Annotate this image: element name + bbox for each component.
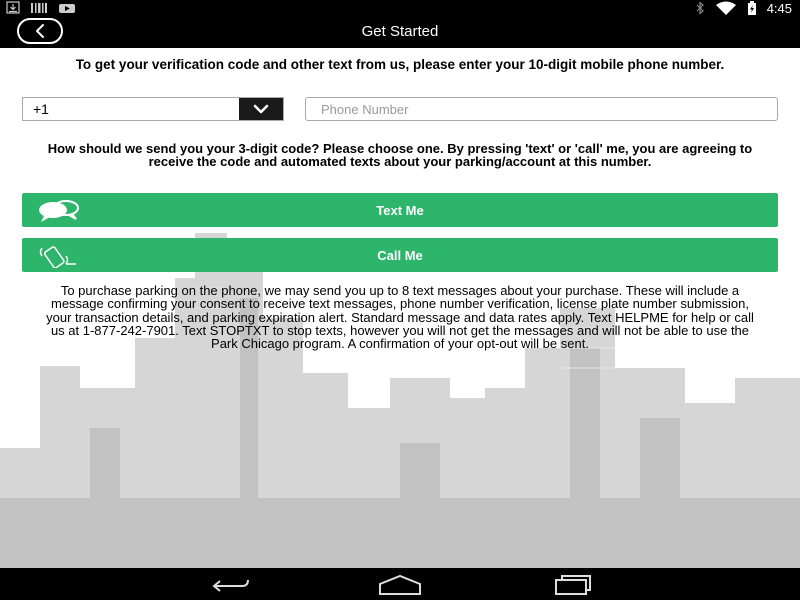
navigation-bar xyxy=(0,568,800,600)
home-icon[interactable] xyxy=(377,572,423,596)
delivery-method-prompt: How should we send you your 3-digit code… xyxy=(47,141,753,169)
country-code-value: +1 xyxy=(33,101,49,117)
disclaimer-text: To purchase parking on the phone, we may… xyxy=(46,283,754,352)
status-bar: 4:45 xyxy=(0,0,800,16)
barcode-icon xyxy=(31,2,47,13)
call-me-button[interactable]: Call Me xyxy=(22,238,778,272)
country-dropdown-toggle[interactable] xyxy=(239,98,283,120)
recents-icon[interactable] xyxy=(548,572,594,596)
main-content: To get your verification code and other … xyxy=(0,48,800,568)
status-time: 4:45 xyxy=(766,0,792,16)
country-code-select[interactable]: +1 xyxy=(22,97,284,121)
download-icon xyxy=(6,1,20,14)
text-me-label: Text Me xyxy=(376,202,424,218)
text-me-button[interactable]: Text Me xyxy=(22,193,778,227)
chat-bubbles-icon xyxy=(39,200,79,222)
intro-text: To get your verification code and other … xyxy=(75,57,725,72)
chevron-down-icon xyxy=(253,104,269,114)
video-icon xyxy=(59,3,75,13)
phone-ringing-icon xyxy=(39,246,76,268)
app-header: Get Started xyxy=(0,16,800,48)
wifi-icon xyxy=(715,1,736,15)
battery-charging-icon xyxy=(747,1,756,15)
page-title: Get Started xyxy=(361,23,439,40)
bluetooth-icon xyxy=(696,1,704,15)
phone-number-input[interactable] xyxy=(305,97,778,121)
back-icon[interactable] xyxy=(206,572,252,596)
call-me-label: Call Me xyxy=(377,247,423,263)
